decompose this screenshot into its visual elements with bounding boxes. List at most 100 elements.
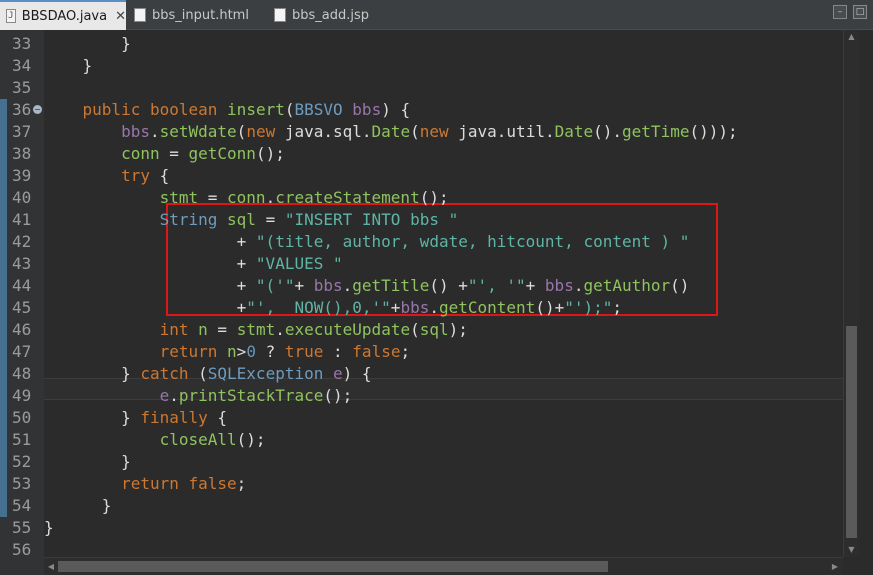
- gutter-corner: [0, 557, 44, 575]
- code-token: closeAll: [159, 430, 237, 449]
- minimize-icon[interactable]: –: [833, 5, 847, 19]
- code-token: }: [44, 496, 112, 515]
- java-file-icon: J: [6, 9, 16, 23]
- change-marker: [0, 231, 7, 253]
- code-token: bbs: [313, 276, 343, 295]
- code-token: ()+: [535, 298, 565, 317]
- code-line: return false;: [44, 473, 246, 495]
- editor-tab-bar: J BBSDAO.java ✕ bbs_input.html bbs_add.j…: [0, 0, 873, 30]
- code-line: e.printStackTrace();: [44, 385, 353, 407]
- tab-label: bbs_input.html: [152, 7, 249, 23]
- line-number: 50: [12, 408, 32, 427]
- code-token: sql: [419, 320, 449, 339]
- tab-bbs-add-jsp[interactable]: bbs_add.jsp: [268, 0, 388, 30]
- line-number: 52: [12, 452, 32, 471]
- code-token: +: [44, 276, 256, 295]
- code-token: }: [44, 56, 93, 75]
- code-line: conn = getConn();: [44, 143, 285, 165]
- code-token: .: [149, 122, 160, 141]
- scroll-up-icon[interactable]: ▲: [844, 30, 859, 44]
- code-token: +: [390, 298, 401, 317]
- line-number-gutter: 33 34 35 36−37 38 39 40 41 42 43 44 45 46 47 48 49 50 51 5…: [0, 30, 44, 559]
- code-token: int: [159, 320, 189, 339]
- code-token: "', '": [467, 276, 526, 295]
- change-marker: [0, 363, 7, 385]
- change-marker: [0, 407, 7, 429]
- code-token: >: [236, 342, 247, 361]
- code-line: }: [44, 33, 131, 55]
- line-number: 34: [12, 56, 32, 75]
- code-line: } catch (SQLException e) {: [44, 363, 371, 385]
- code-token: return: [121, 474, 179, 493]
- maximize-icon[interactable]: □: [853, 5, 867, 19]
- code-token: }: [44, 364, 141, 383]
- code-token: bbs: [352, 100, 382, 119]
- window-controls: – □: [833, 5, 867, 19]
- code-token: Date: [371, 122, 411, 141]
- code-token: setWdate: [159, 122, 237, 141]
- code-line: }: [44, 495, 112, 517]
- horizontal-scrollbar[interactable]: ◀ ▶: [44, 557, 843, 575]
- line-number: 37: [12, 122, 32, 141]
- code-token: BBSVO: [294, 100, 343, 119]
- code-token: ();: [236, 430, 266, 449]
- code-token: .: [265, 188, 276, 207]
- code-line: closeAll();: [44, 429, 266, 451]
- code-token: false: [188, 474, 237, 493]
- code-token: sql: [227, 210, 256, 229]
- code-token: getConn: [188, 144, 256, 163]
- code-token: Date: [554, 122, 594, 141]
- code-line: + "VALUES ": [44, 253, 343, 275]
- code-token: getTime: [622, 122, 690, 141]
- code-token: try: [121, 166, 150, 185]
- vertical-scroll-thumb[interactable]: [846, 326, 857, 538]
- code-token: .: [275, 320, 285, 339]
- code-token: ().: [593, 122, 623, 141]
- change-marker: [0, 385, 7, 407]
- code-line: }: [44, 451, 131, 473]
- code-token: printStackTrace: [178, 386, 324, 405]
- line-number: 47: [12, 342, 32, 361]
- code-editor[interactable]: } } public boolean insert(BBSVO bbs) { b…: [44, 30, 843, 557]
- scroll-left-icon[interactable]: ◀: [45, 560, 57, 573]
- horizontal-scroll-thumb[interactable]: [58, 561, 608, 572]
- scroll-down-icon[interactable]: ▼: [844, 543, 859, 557]
- code-line: +"', NOW(),0,'"+bbs.getContent()+"');";: [44, 297, 622, 319]
- code-token: =: [159, 144, 189, 163]
- code-token: .: [169, 386, 179, 405]
- tab-bbsdao-java[interactable]: J BBSDAO.java ✕: [0, 0, 126, 30]
- change-marker: [0, 429, 7, 451]
- code-line: public boolean insert(BBSVO bbs) {: [44, 99, 411, 121]
- change-marker: [0, 297, 7, 319]
- code-token: ) {: [381, 100, 411, 119]
- overview-ruler: [859, 30, 873, 575]
- code-token: "', NOW(),0,'": [246, 298, 391, 317]
- code-token: new: [419, 122, 449, 141]
- fold-collapse-icon[interactable]: −: [33, 105, 42, 114]
- close-icon[interactable]: ✕: [115, 9, 126, 24]
- code-token: ();: [323, 386, 353, 405]
- html-file-icon: [134, 8, 146, 22]
- code-token: executeUpdate: [284, 320, 411, 339]
- code-token: (: [410, 320, 420, 339]
- code-line: try {: [44, 165, 169, 187]
- tab-bbs-input-html[interactable]: bbs_input.html: [128, 0, 268, 30]
- line-number: 42: [12, 232, 32, 251]
- code-token: +: [44, 298, 247, 317]
- code-token: getContent: [438, 298, 536, 317]
- code-token: .: [429, 298, 439, 317]
- code-token: :: [323, 342, 353, 361]
- code-token: );: [448, 320, 468, 339]
- code-token: boolean: [149, 100, 218, 119]
- code-token: public: [82, 100, 141, 119]
- line-number: 41: [12, 210, 32, 229]
- vertical-scrollbar[interactable]: ▲ ▼: [843, 30, 859, 557]
- scroll-right-icon[interactable]: ▶: [829, 560, 841, 573]
- code-token: "INSERT INTO bbs ": [284, 210, 459, 229]
- code-token: +: [44, 232, 256, 251]
